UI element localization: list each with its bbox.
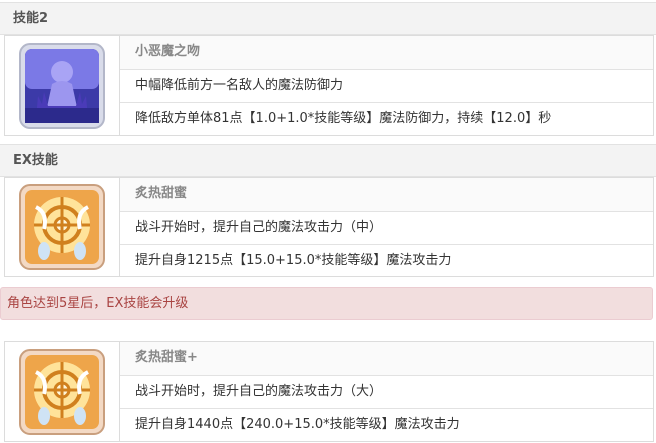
skill2-detail: 降低敌方单体81点【1.0+1.0*技能等级】魔法防御力，持续【12.0】秒 <box>120 102 653 135</box>
skill2-card: 小恶魔之吻 中幅降低前方一名敌人的魔法防御力 降低敌方单体81点【1.0+1.0… <box>4 35 654 136</box>
ex-plus-skill-detail: 提升自身1440点【240.0+15.0*技能等级】魔法攻击力 <box>120 408 653 441</box>
demon-kiss-icon <box>18 42 106 130</box>
burning-sweet-icon <box>18 183 106 271</box>
section-title-skill2: 技能2 <box>0 2 656 35</box>
ex-plus-icon-cell <box>5 342 120 441</box>
ex-plus-skill-card: 炙热甜蜜+ 战斗开始时，提升自己的魔法攻击力（大） 提升自身1440点【240.… <box>4 341 654 442</box>
skill2-name: 小恶魔之吻 <box>120 36 653 69</box>
ex-skill-icon-cell <box>5 178 120 276</box>
ex-plus-skill-name: 炙热甜蜜+ <box>120 342 653 375</box>
section-title-ex-skill: EX技能 <box>0 144 656 177</box>
ex-skill-summary: 战斗开始时，提升自己的魔法攻击力（中） <box>120 211 653 244</box>
ex-plus-skill-summary: 战斗开始时，提升自己的魔法攻击力（大） <box>120 375 653 408</box>
ex-skill-name: 炙热甜蜜 <box>120 178 653 211</box>
burning-sweet-plus-icon <box>18 348 106 436</box>
skill2-summary: 中幅降低前方一名敌人的魔法防御力 <box>120 69 653 102</box>
ex-skill-card: 炙热甜蜜 战斗开始时，提升自己的魔法攻击力（中） 提升自身1215点【15.0+… <box>4 177 654 277</box>
skill2-icon-cell <box>5 36 120 135</box>
star-upgrade-alert: 角色达到5星后，EX技能会升级 <box>0 287 653 320</box>
ex-skill-detail: 提升自身1215点【15.0+15.0*技能等级】魔法攻击力 <box>120 244 653 277</box>
